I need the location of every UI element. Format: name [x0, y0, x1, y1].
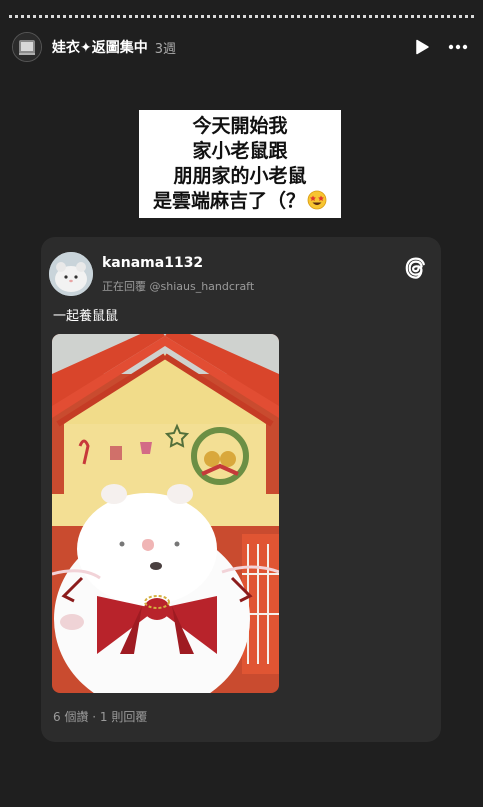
sticker-line-4: 是雲端麻吉了（？	[153, 189, 327, 214]
hamster-house-photo	[52, 334, 279, 693]
post-text: 一起養鼠鼠	[53, 309, 119, 324]
reply-prefix: 正在回覆	[102, 280, 146, 293]
post-author-name[interactable]: kanama1132	[102, 255, 203, 271]
story-progress-segments	[9, 14, 474, 18]
story-viewer: 娃衣✦返圖集中 3週 今天開始我 家小老鼠跟 朋朋家的小老鼠 是雲端麻吉了（？	[0, 0, 483, 807]
post-image[interactable]	[52, 334, 279, 693]
sticker-line-3: 朋朋家的小老鼠	[173, 165, 307, 187]
story-header: 娃衣✦返圖集中 3週	[12, 31, 475, 63]
star-struck-emoji-icon	[307, 190, 327, 210]
hamster-avatar-image	[49, 252, 93, 296]
reply-handle[interactable]: @shiaus_handcraft	[150, 280, 255, 293]
post-author-avatar[interactable]	[49, 252, 93, 296]
reply-context: 正在回覆 @shiaus_handcraft	[102, 278, 254, 294]
story-progress-bar	[9, 14, 474, 18]
sticker-line-4-text: 是雲端麻吉了（？	[152, 190, 305, 212]
threads-post-card[interactable]: kanama1132 正在回覆 @shiaus_handcraft 一起養鼠鼠	[41, 237, 441, 742]
header-actions	[411, 36, 475, 58]
threads-icon[interactable]	[403, 255, 429, 281]
play-icon[interactable]	[411, 36, 433, 58]
post-time: 3週	[154, 41, 177, 57]
more-icon[interactable]	[447, 36, 469, 58]
sticker-line-1: 今天開始我	[192, 115, 288, 137]
text-sticker: 今天開始我 家小老鼠跟 朋朋家的小老鼠 是雲端麻吉了（？	[139, 110, 341, 218]
profile-avatar[interactable]	[12, 32, 42, 62]
username[interactable]: 娃衣✦返圖集中	[52, 37, 148, 57]
post-stats: 6 個讚 · 1 則回覆	[53, 710, 148, 724]
sticker-line-2: 家小老鼠跟	[192, 140, 288, 162]
profile-avatar-image	[13, 33, 41, 61]
